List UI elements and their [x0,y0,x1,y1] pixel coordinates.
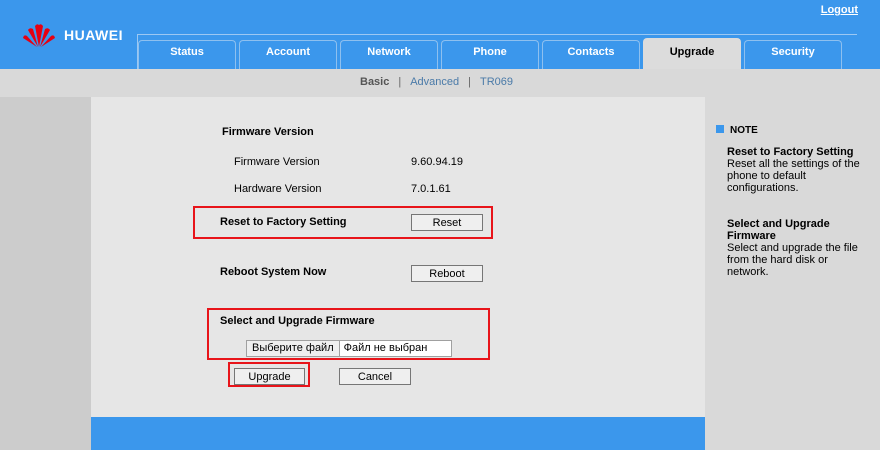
tab-status[interactable]: Status [138,40,236,69]
tab-upgrade[interactable]: Upgrade [643,38,741,69]
note-heading-upgrade: Select and Upgrade Firmware [727,218,830,242]
reboot-button[interactable]: Reboot [411,265,483,282]
tab-contacts[interactable]: Contacts [542,40,640,69]
tab-phone[interactable]: Phone [441,40,539,69]
subnav-separator: | [398,76,402,88]
factory-reset-label: Reset to Factory Setting [220,216,347,228]
reboot-label: Reboot System Now [220,266,327,278]
note-title: NOTE [730,125,758,136]
tab-network[interactable]: Network [340,40,438,69]
subnav-tr069[interactable]: TR069 [480,76,513,88]
hardware-version-label: Hardware Version [234,183,322,195]
subnav-advanced[interactable]: Advanced [410,76,459,88]
no-file-text: Файл не выбран [343,342,428,354]
firmware-version-value: 9.60.94.19 [411,156,463,168]
cancel-button[interactable]: Cancel [339,368,411,385]
hardware-version-value: 7.0.1.61 [411,183,451,195]
logout-link[interactable]: Logout [821,4,858,16]
tab-account[interactable]: Account [239,40,337,69]
huawei-flower-icon [23,24,55,47]
note-body-factory-reset: Reset all the settings of the phone to d… [727,158,860,194]
note-icon [716,125,724,133]
main-tabs: Status Account Network Phone Contacts Up… [138,38,845,69]
firmware-section-title: Firmware Version [222,126,314,138]
sub-navigation: Basic | Advanced | TR069 [0,69,880,97]
brand-name: HUAWEI [64,27,123,43]
subnav-basic[interactable]: Basic [360,76,389,88]
choose-file-button[interactable]: Выберите файл [247,341,340,356]
file-input[interactable]: Выберите файл Файл не выбран [246,340,452,357]
subnav-separator: | [468,76,472,88]
upgrade-firmware-label: Select and Upgrade Firmware [220,315,375,327]
tab-security[interactable]: Security [744,40,842,69]
upgrade-button[interactable]: Upgrade [234,368,305,385]
huawei-logo: HUAWEI [22,22,123,48]
note-body-upgrade: Select and upgrade the file from the har… [727,242,858,278]
reset-button[interactable]: Reset [411,214,483,231]
footer-bar [91,417,705,450]
tab-divider [137,34,857,35]
firmware-version-label: Firmware Version [234,156,320,168]
note-heading-factory-reset: Reset to Factory Setting [727,146,854,158]
